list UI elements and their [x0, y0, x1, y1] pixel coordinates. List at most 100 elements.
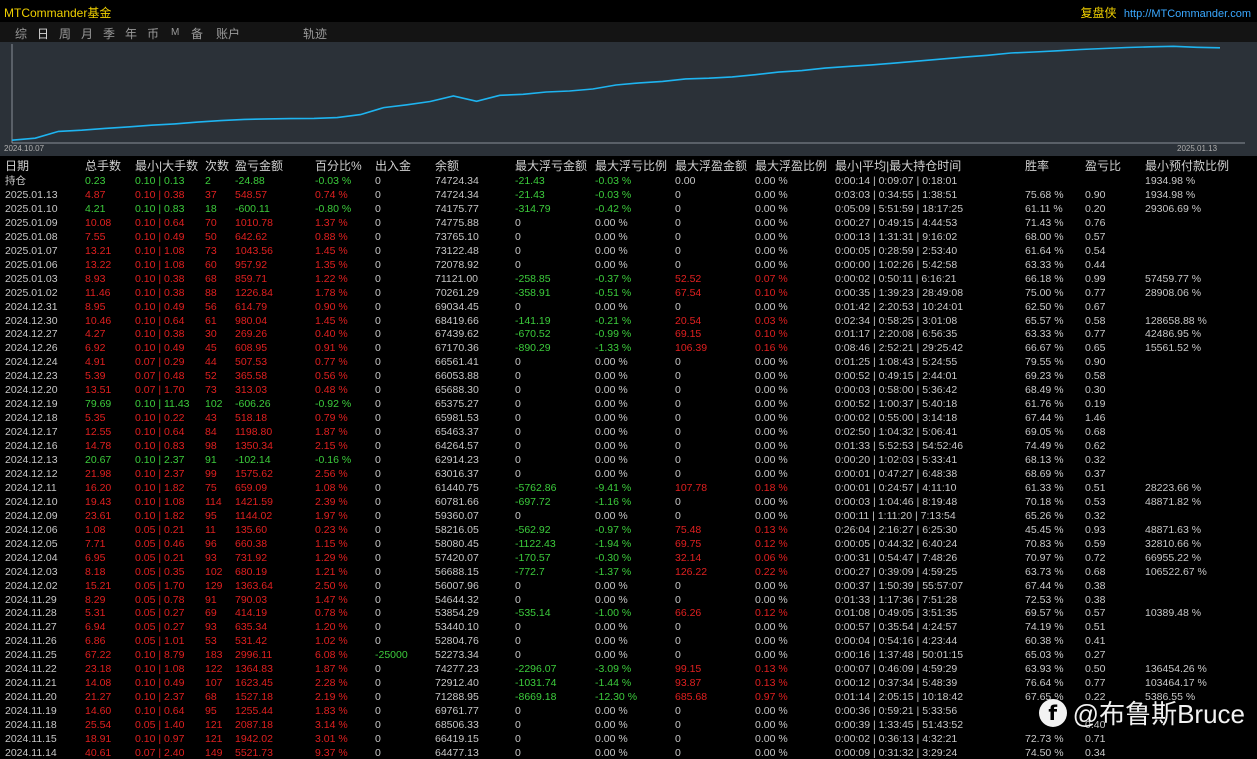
table-row[interactable]: 2024.12.26 6.92 0.10 | 0.49 45 608.95 0.91 % 0…: [0, 341, 1257, 355]
cell-count: 129: [205, 579, 223, 592]
table-row[interactable]: 2025.01.07 13.21 0.10 | 1.08 73 1043.56 1.45 …: [0, 244, 1257, 258]
cell-date: 2025.01.02: [5, 286, 58, 299]
cell-win-rate: 65.03 %: [1025, 649, 1064, 662]
tab-m[interactable]: M: [171, 27, 179, 38]
table-row[interactable]: 持仓 0.23 0.10 | 0.13 2 -24.88 -0.03 % 0 74724.34…: [0, 174, 1257, 188]
cell-date: 2024.12.11: [5, 481, 57, 494]
table-row[interactable]: 2025.01.03 8.93 0.10 | 0.38 68 859.71 1.22 % 0…: [0, 272, 1257, 286]
cell-count: 88: [205, 286, 217, 299]
cell-count: 11: [205, 523, 216, 536]
brand-url-link[interactable]: http://MTCommander.com: [1124, 8, 1251, 20]
table-row[interactable]: 2024.12.13 20.67 0.10 | 2.37 91 -102.14 -0.16…: [0, 453, 1257, 467]
table-row[interactable]: 2024.11.21 14.08 0.10 | 0.49 107 1623.45 2.28…: [0, 676, 1257, 690]
table-row[interactable]: 2025.01.08 7.55 0.10 | 0.49 50 642.62 0.88 % 0…: [0, 230, 1257, 244]
cell-total-lots: 16.20: [85, 481, 112, 494]
table-row[interactable]: 2025.01.06 13.22 0.10 | 1.08 60 957.92 1.35 %…: [0, 258, 1257, 272]
cell-min-margin-ratio: 15561.52 %: [1145, 342, 1202, 355]
cell-pnl-amount: 1255.44: [235, 705, 273, 718]
cell-max-float-loss-pct: 0.00 %: [595, 412, 628, 425]
table-row[interactable]: 2024.12.03 8.18 0.05 | 0.35 102 680.19 1.21 %…: [0, 565, 1257, 579]
table-row[interactable]: 2024.12.16 14.78 0.10 | 0.83 98 1350.34 2.15 …: [0, 439, 1257, 453]
table-row[interactable]: 2024.12.31 8.95 0.10 | 0.49 56 614.79 0.90 % 0…: [0, 300, 1257, 314]
cell-max-float-profit: 106.39: [675, 342, 708, 355]
cell-hold-time: 0:00:11 | 1:11:20 | 7:13:54: [835, 509, 956, 522]
table-row[interactable]: 2024.11.26 6.86 0.05 | 1.01 53 531.42 1.02 % 0…: [0, 634, 1257, 648]
cell-max-float-profit: 20.54: [675, 314, 702, 327]
cell-total-lots: 7.55: [85, 230, 106, 243]
table-row[interactable]: 2024.11.14 40.61 0.07 | 2.40 149 5521.73 9.37…: [0, 746, 1257, 759]
cell-deposit-withdraw: 0: [375, 509, 381, 522]
table-row[interactable]: 2024.12.05 7.71 0.05 | 0.46 96 660.38 1.15 % 0…: [0, 537, 1257, 551]
cell-max-float-profit-pct: 0.06 %: [755, 551, 788, 564]
cell-min-max-lots: 0.05 | 1.01: [135, 635, 185, 648]
cell-win-rate: 61.11 %: [1025, 202, 1063, 215]
cell-pnl-percent: 3.01 %: [315, 733, 348, 745]
cell-pnl-amount: 660.38: [235, 537, 268, 550]
cell-max-float-profit-pct: 0.00 %: [755, 509, 788, 522]
table-row[interactable]: 2024.12.18 5.35 0.10 | 0.22 43 518.18 0.79 % 0…: [0, 411, 1257, 425]
tab-day[interactable]: 日: [37, 25, 49, 42]
table-row[interactable]: 2024.11.28 5.31 0.05 | 0.27 69 414.19 0.78 % 0…: [0, 606, 1257, 620]
cell-profit-loss-ratio: 0.38: [1085, 579, 1106, 592]
table-row[interactable]: 2024.11.15 18.91 0.10 | 0.97 121 1942.02 3.01…: [0, 732, 1257, 746]
cell-hold-time: 0:00:12 | 0:37:34 | 5:48:39: [835, 677, 958, 690]
table-row[interactable]: 2024.12.09 23.61 0.10 | 1.82 95 1144.02 1.97 …: [0, 509, 1257, 523]
cell-profit-loss-ratio: 0.65: [1085, 342, 1106, 355]
tab-month[interactable]: 月: [81, 25, 93, 42]
table-row[interactable]: 2024.12.10 19.43 0.10 | 1.08 114 1421.59 2.39…: [0, 495, 1257, 509]
table-row[interactable]: 2024.12.11 16.20 0.10 | 1.82 75 659.09 1.08 %…: [0, 481, 1257, 495]
table-row[interactable]: 2025.01.13 4.87 0.10 | 0.38 37 548.57 0.74 % 0…: [0, 188, 1257, 202]
tab-track[interactable]: 轨迹: [303, 25, 327, 42]
cell-pnl-percent: 0.56 %: [315, 370, 348, 383]
tab-account[interactable]: 账户: [216, 25, 240, 42]
cell-max-float-profit-pct: 0.00 %: [755, 426, 788, 439]
table-row[interactable]: 2025.01.10 4.21 0.10 | 0.83 18 -600.11 -0.80 …: [0, 202, 1257, 216]
cell-deposit-withdraw: 0: [375, 426, 381, 439]
table-row[interactable]: 2024.11.29 8.29 0.05 | 0.78 91 790.03 1.47 % 0…: [0, 593, 1257, 607]
cell-date: 2024.12.13: [5, 454, 58, 466]
cell-max-float-profit-pct: 0.12 %: [755, 537, 788, 550]
cell-date: 2024.12.30: [5, 314, 58, 327]
cell-balance: 66561.41: [435, 356, 479, 369]
tab-year[interactable]: 年: [125, 25, 137, 42]
cell-hold-time: 0:00:20 | 1:02:03 | 5:33:41: [835, 454, 958, 466]
tab-quarter[interactable]: 季: [103, 25, 115, 42]
table-row[interactable]: 2024.12.17 12.55 0.10 | 0.64 84 1198.80 1.87 …: [0, 425, 1257, 439]
cell-max-float-profit-pct: 0.00 %: [755, 175, 788, 187]
tab-week[interactable]: 周: [59, 25, 71, 42]
cell-pnl-percent: 0.90 %: [315, 300, 348, 313]
tab-note[interactable]: 备: [191, 25, 203, 42]
cell-deposit-withdraw: 0: [375, 258, 381, 271]
table-row[interactable]: 2025.01.09 10.08 0.10 | 0.64 70 1010.78 1.37 …: [0, 216, 1257, 230]
table-row[interactable]: 2024.12.30 10.46 0.10 | 0.64 61 980.04 1.45 %…: [0, 314, 1257, 328]
table-row[interactable]: 2025.01.02 11.46 0.10 | 0.38 88 1226.84 1.78 …: [0, 286, 1257, 300]
table-row[interactable]: 2024.12.27 4.27 0.10 | 0.38 30 269.26 0.40 % 0…: [0, 327, 1257, 341]
table-row[interactable]: 2024.12.24 4.91 0.07 | 0.29 44 507.53 0.77 % 0…: [0, 355, 1257, 369]
cell-max-float-loss-pct: 0.00 %: [595, 746, 628, 759]
cell-min-max-lots: 0.10 | 0.38: [135, 286, 185, 299]
cell-max-float-profit-pct: 0.00 %: [755, 635, 788, 648]
cell-min-margin-ratio: 42486.95 %: [1145, 328, 1202, 341]
table-row[interactable]: 2024.11.22 23.18 0.10 | 1.08 122 1364.83 1.87…: [0, 662, 1257, 676]
tab-currency[interactable]: 币: [147, 25, 159, 42]
table-row[interactable]: 2024.12.23 5.39 0.07 | 0.48 52 365.58 0.56 % 0…: [0, 369, 1257, 383]
table-row[interactable]: 2024.12.02 15.21 0.05 | 1.70 129 1363.64 2.50…: [0, 579, 1257, 593]
table-row[interactable]: 2024.12.20 13.51 0.07 | 1.70 73 313.03 0.48 %…: [0, 383, 1257, 397]
table-row[interactable]: 2024.11.27 6.94 0.05 | 0.27 93 635.34 1.20 % 0…: [0, 620, 1257, 634]
cell-win-rate: 68.49 %: [1025, 384, 1064, 397]
table-row[interactable]: 2024.12.06 1.08 0.05 | 0.21 11 135.60 0.23 % 0…: [0, 523, 1257, 537]
table-row[interactable]: 2024.12.04 6.95 0.05 | 0.21 93 731.92 1.29 % 0…: [0, 551, 1257, 565]
cell-pnl-percent: 2.19 %: [315, 691, 348, 704]
table-row[interactable]: 2024.12.19 79.69 0.10 | 11.43 102 -606.26 -0.…: [0, 397, 1257, 411]
cell-min-margin-ratio: 128658.88 %: [1145, 314, 1207, 327]
table-row[interactable]: 2024.11.25 67.22 0.10 | 8.79 183 2996.11 6.08…: [0, 648, 1257, 662]
table-row[interactable]: 2024.12.12 21.98 0.10 | 2.37 99 1575.62 2.56 …: [0, 467, 1257, 481]
cell-count: 73: [205, 244, 217, 257]
cell-hold-time: 0:00:27 | 0:49:15 | 4:44:53: [835, 216, 958, 229]
tab-summary[interactable]: 综: [15, 25, 27, 42]
cell-min-margin-ratio: 28223.66 %: [1145, 481, 1202, 494]
cell-hold-time: 0:00:02 | 0:50:11 | 6:16:21: [835, 272, 957, 285]
cell-profit-loss-ratio: 0.53: [1085, 495, 1106, 508]
cell-balance: 66053.88: [435, 370, 479, 383]
cell-max-float-loss: 0: [515, 509, 521, 522]
